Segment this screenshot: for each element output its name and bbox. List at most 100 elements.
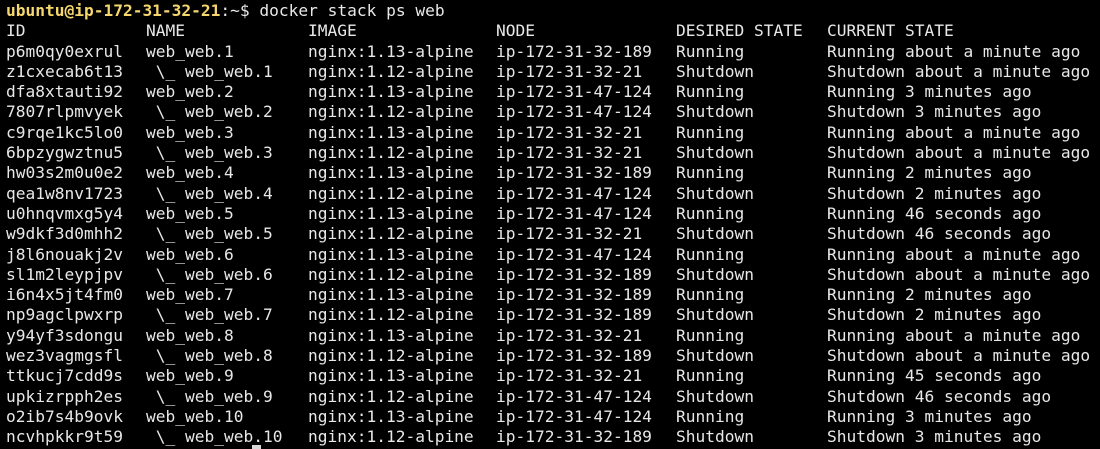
- cell-id: y94yf3sdongu: [6, 325, 123, 345]
- cell-name: web_web.6: [146, 244, 234, 264]
- cell-desired-state: Running: [676, 163, 745, 183]
- table-row: o2ib7s4b9ovk web_web.10 nginx:1.13-alpine i…: [0, 407, 1100, 427]
- cell-desired-state: Running: [676, 122, 745, 142]
- cell-id: z1cxecab6t13: [6, 61, 123, 81]
- cell-node: ip-172-31-32-189: [496, 346, 652, 366]
- cell-image: nginx:1.13-alpine: [308, 366, 474, 386]
- table-row: ncvhpkkr9t59 \_ web_web.10 nginx:1.12-alp…: [0, 427, 1100, 447]
- table-row: hw03s2m0u0e2 web_web.4 nginx:1.13-alpine ip…: [0, 163, 1100, 183]
- table-row: u0hnqvmxg5y4 web_web.5 nginx:1.13-alpine ip…: [0, 204, 1100, 224]
- cell-current-state: Shutdown about a minute ago: [827, 61, 1091, 81]
- cell-image: nginx:1.12-alpine: [308, 183, 474, 203]
- cell-image: nginx:1.12-alpine: [308, 305, 474, 325]
- cell-desired-state: Shutdown: [676, 427, 754, 447]
- table-row: qea1w8nv1723 \_ web_web.4 nginx:1.12-alpi…: [0, 184, 1100, 204]
- cell-desired-state: Running: [676, 41, 745, 61]
- cell-current-state: Running 46 seconds ago: [827, 203, 1042, 223]
- header-name: NAME: [146, 21, 185, 41]
- cell-name: \_ web_web.10: [146, 427, 283, 447]
- cell-desired-state: Running: [676, 285, 745, 305]
- cell-name: web_web.3: [146, 122, 234, 142]
- cell-desired-state: Running: [676, 244, 745, 264]
- cell-id: 7807rlpmvyek: [6, 102, 123, 122]
- table-row: dfa8xtauti92 web_web.2 nginx:1.13-alpine ip…: [0, 82, 1100, 102]
- cell-current-state: Running 2 minutes ago: [827, 285, 1032, 305]
- cell-current-state: Running about a minute ago: [827, 41, 1081, 61]
- header-image: IMAGE: [308, 21, 357, 41]
- terminal-window[interactable]: ubuntu@ip-172-31-32-21:~$ docker stack p…: [0, 0, 1100, 449]
- cell-name: web_web.4: [146, 163, 234, 183]
- cell-desired-state: Shutdown: [676, 224, 754, 244]
- cell-id: dfa8xtauti92: [6, 82, 123, 102]
- cell-node: ip-172-31-32-21: [496, 224, 643, 244]
- cell-current-state: Shutdown about a minute ago: [827, 264, 1091, 284]
- cell-node: ip-172-31-32-21: [496, 122, 643, 142]
- cell-name: web_web.9: [146, 366, 234, 386]
- header-current-state: CURRENT STATE: [827, 21, 954, 41]
- cell-id: qea1w8nv1723: [6, 183, 123, 203]
- cell-image: nginx:1.13-alpine: [308, 82, 474, 102]
- prompt-suffix: :~$: [220, 1, 260, 20]
- cell-current-state: Running about a minute ago: [827, 122, 1081, 142]
- table-header: ID NAME IMAGE NODE DESIRED STATE CURRENT…: [0, 21, 1100, 41]
- cell-id: p6m0qy0exrul: [6, 41, 123, 61]
- cell-node: ip-172-31-32-189: [496, 41, 652, 61]
- cell-id: i6n4x5jt4fm0: [6, 285, 123, 305]
- cell-image: nginx:1.13-alpine: [308, 41, 474, 61]
- cell-id: upkizrpph2es: [6, 386, 123, 406]
- cell-id: w9dkf3d0mhh2: [6, 224, 123, 244]
- cell-current-state: Running about a minute ago: [827, 325, 1081, 345]
- cell-name: \_ web_web.6: [146, 264, 273, 284]
- cell-name: \_ web_web.3: [146, 143, 273, 163]
- cell-current-state: Shutdown 46 seconds ago: [827, 224, 1052, 244]
- table-row: i6n4x5jt4fm0 web_web.7 nginx:1.13-alpine ip…: [0, 285, 1100, 305]
- cell-id: ttkucj7cdd9s: [6, 366, 123, 386]
- cell-id: u0hnqvmxg5y4: [6, 203, 123, 223]
- cell-node: ip-172-31-32-189: [496, 427, 652, 447]
- cell-name: \_ web_web.9: [146, 386, 273, 406]
- cell-id: hw03s2m0u0e2: [6, 163, 123, 183]
- table-body: p6m0qy0exrul web_web.1 nginx:1.13-alpine ip…: [0, 42, 1100, 448]
- cell-image: nginx:1.13-alpine: [308, 244, 474, 264]
- cell-name: web_web.2: [146, 82, 234, 102]
- cell-current-state: Shutdown 3 minutes ago: [827, 102, 1042, 122]
- cell-node: ip-172-31-32-21: [496, 366, 643, 386]
- cell-current-state: Shutdown about a minute ago: [827, 346, 1091, 366]
- table-row: upkizrpph2es \_ web_web.9 nginx:1.12-alpi…: [0, 387, 1100, 407]
- cell-current-state: Running 3 minutes ago: [827, 406, 1032, 426]
- cell-id: 6bpzygwztnu5: [6, 143, 123, 163]
- cell-desired-state: Running: [676, 82, 745, 102]
- cell-current-state: Running 3 minutes ago: [827, 82, 1032, 102]
- cell-image: nginx:1.12-alpine: [308, 346, 474, 366]
- cell-desired-state: Shutdown: [676, 264, 754, 284]
- cell-current-state: Shutdown 3 minutes ago: [827, 427, 1042, 447]
- cell-desired-state: Shutdown: [676, 305, 754, 325]
- cell-node: ip-172-31-32-21: [496, 61, 643, 81]
- cell-desired-state: Shutdown: [676, 143, 754, 163]
- cell-node: ip-172-31-47-124: [496, 386, 652, 406]
- cell-id: c9rqe1kc5lo0: [6, 122, 123, 142]
- cell-desired-state: Running: [676, 325, 745, 345]
- cell-image: nginx:1.13-alpine: [308, 285, 474, 305]
- table-row: ttkucj7cdd9s web_web.9 nginx:1.13-alpine ip…: [0, 366, 1100, 386]
- table-row: c9rqe1kc5lo0 web_web.3 nginx:1.13-alpine ip…: [0, 123, 1100, 143]
- cell-image: nginx:1.12-alpine: [308, 427, 474, 447]
- cell-image: nginx:1.13-alpine: [308, 122, 474, 142]
- cell-current-state: Running about a minute ago: [827, 244, 1081, 264]
- cell-name: web_web.7: [146, 285, 234, 305]
- cell-current-state: Running 45 seconds ago: [827, 366, 1042, 386]
- cell-name: \_ web_web.8: [146, 346, 273, 366]
- cell-name: \_ web_web.1: [146, 61, 273, 81]
- cell-name: \_ web_web.7: [146, 305, 273, 325]
- cell-node: ip-172-31-32-189: [496, 305, 652, 325]
- cell-id: o2ib7s4b9ovk: [6, 406, 123, 426]
- table-row: p6m0qy0exrul web_web.1 nginx:1.13-alpine ip…: [0, 42, 1100, 62]
- header-desired-state: DESIRED STATE: [676, 21, 803, 41]
- cell-desired-state: Shutdown: [676, 386, 754, 406]
- cell-image: nginx:1.13-alpine: [308, 163, 474, 183]
- table-row: np9agclpwxrp \_ web_web.7 nginx:1.12-alpi…: [0, 305, 1100, 325]
- cell-current-state: Shutdown about a minute ago: [827, 143, 1091, 163]
- cell-image: nginx:1.12-alpine: [308, 224, 474, 244]
- cell-node: ip-172-31-32-189: [496, 264, 652, 284]
- cell-id: j8l6nouakj2v: [6, 244, 123, 264]
